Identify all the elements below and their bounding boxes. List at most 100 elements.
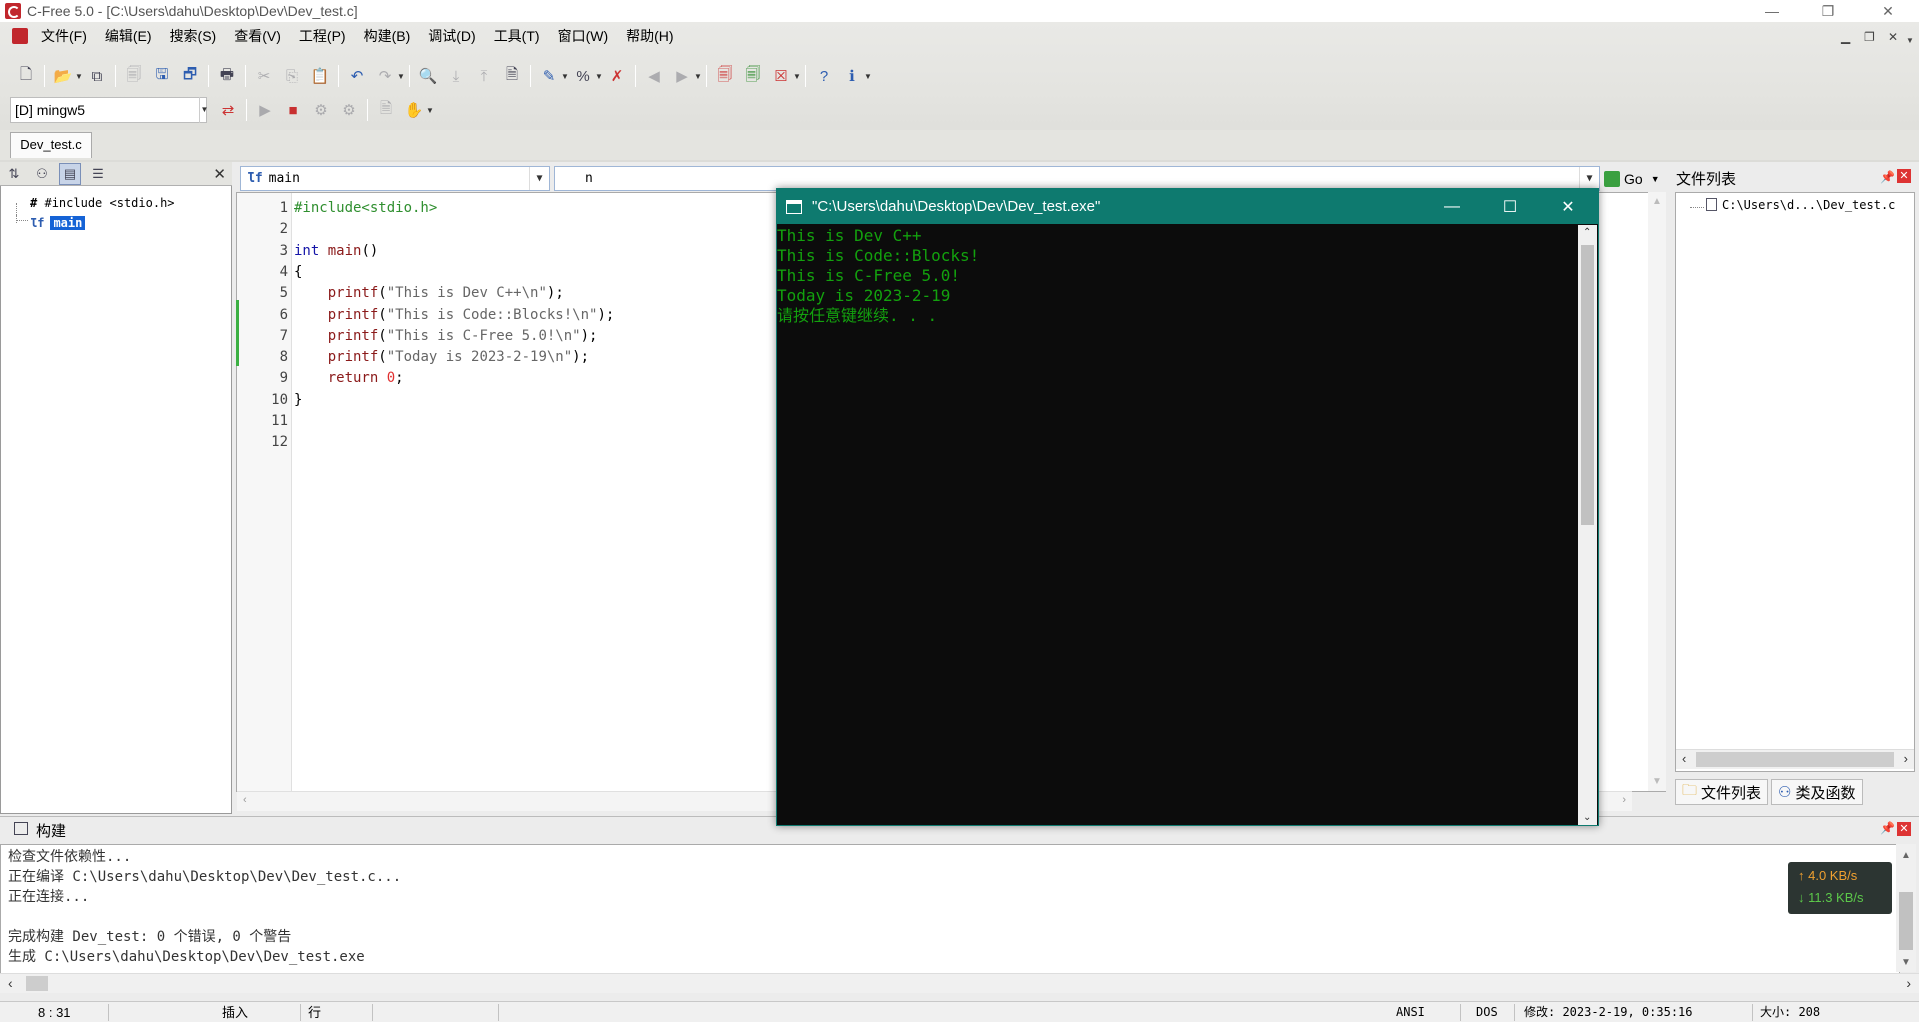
sort-icon[interactable]: ⇅: [3, 163, 25, 185]
scroll-thumb[interactable]: [1696, 752, 1894, 767]
back-icon[interactable]: ◀: [643, 65, 665, 87]
find-in-files-icon[interactable]: 🗎: [501, 65, 523, 87]
file-list-hscrollbar[interactable]: ‹ ›: [1676, 749, 1914, 769]
menu-view[interactable]: 查看(V): [225, 25, 290, 47]
panel-close-icon[interactable]: ✕: [1897, 169, 1911, 183]
console-scroll-thumb[interactable]: [1581, 245, 1594, 525]
class-view-icon[interactable]: ⚇: [31, 163, 53, 185]
mdi-doc-icon[interactable]: [12, 28, 28, 44]
editor-vscrollbar[interactable]: ▲ ▼: [1648, 192, 1666, 791]
menu-search[interactable]: 搜索(S): [161, 25, 226, 47]
menu-help[interactable]: 帮助(H): [617, 25, 682, 47]
console-close-button[interactable]: ✕: [1539, 189, 1597, 224]
scroll-right-icon[interactable]: ›: [1622, 794, 1626, 806]
project-dropdown-icon[interactable]: ▼: [793, 72, 801, 81]
tab-file-list[interactable]: 🗀 文件列表: [1675, 779, 1769, 805]
build-icon[interactable]: ⚙: [338, 99, 360, 121]
replace-icon[interactable]: %: [572, 65, 594, 87]
redo-dropdown-icon[interactable]: ▼: [397, 72, 405, 81]
menu-window[interactable]: 窗口(W): [549, 25, 618, 47]
forward-icon[interactable]: ▶: [671, 65, 693, 87]
mdi-close-icon[interactable]: ✕: [1888, 30, 1898, 44]
replace-dropdown-icon[interactable]: ▼: [595, 72, 603, 81]
file-list-item[interactable]: C:\Users\d...\Dev_test.c: [1706, 198, 1895, 212]
bookmark-icon[interactable]: ✎: [538, 65, 560, 87]
menu-project[interactable]: 工程(P): [290, 25, 355, 47]
print-icon[interactable]: 🖶: [216, 65, 238, 87]
file-view-icon[interactable]: ▤: [59, 162, 81, 185]
save-icon[interactable]: 🖫: [151, 65, 173, 87]
chevron-down-icon[interactable]: ▼: [1651, 174, 1660, 184]
scroll-left-icon[interactable]: ‹: [1682, 751, 1686, 766]
scroll-down-icon[interactable]: ⌄: [1583, 812, 1591, 823]
menu-debug[interactable]: 调试(D): [419, 25, 484, 47]
debug-hand-icon[interactable]: ✋: [403, 99, 425, 121]
scope-combo[interactable]: Ɩf main ▼: [240, 166, 550, 191]
compiler-select[interactable]: [D] mingw5: [10, 97, 207, 123]
pin-icon[interactable]: 📌: [1880, 170, 1895, 184]
menu-build[interactable]: 构建(B): [355, 25, 420, 47]
add-to-project-icon[interactable]: 🗐: [714, 65, 736, 87]
undo-icon[interactable]: ↶: [346, 65, 368, 87]
outline-icon[interactable]: ☰: [87, 163, 109, 185]
help-dropdown-icon[interactable]: ▼: [864, 72, 872, 81]
panel-close-icon[interactable]: ✕: [213, 165, 226, 183]
mdi-minimize-icon[interactable]: ▁: [1841, 30, 1850, 44]
menu-edit[interactable]: 编辑(E): [96, 25, 161, 47]
close-file-icon[interactable]: 🗐: [123, 65, 145, 87]
mdi-menu-caret-icon[interactable]: ▼: [1906, 36, 1914, 45]
scroll-thumb[interactable]: [1899, 892, 1913, 950]
open-dropdown-icon[interactable]: ▼: [75, 72, 83, 81]
open-folder-icon[interactable]: 📂: [52, 65, 74, 87]
help-icon[interactable]: ?: [813, 65, 835, 87]
cut-icon[interactable]: ✂: [253, 65, 275, 87]
console-minimize-button[interactable]: —: [1423, 189, 1481, 224]
chevron-down-icon[interactable]: ▼: [529, 167, 549, 190]
redo-icon[interactable]: ↷: [374, 65, 396, 87]
scroll-right-icon[interactable]: ›: [1906, 975, 1911, 991]
find-prev-icon[interactable]: ⤒: [473, 65, 495, 87]
tab-classes-functions[interactable]: ⚇ 类及函数: [1771, 779, 1863, 805]
find-next-icon[interactable]: ⤓: [445, 65, 467, 87]
chevron-down-icon[interactable]: ▼: [1579, 167, 1599, 190]
project-settings-icon[interactable]: 🗐: [742, 65, 764, 87]
menu-file[interactable]: 文件(F): [32, 25, 96, 47]
go-button[interactable]: Go ▼: [1604, 166, 1666, 191]
scroll-down-icon[interactable]: ▼: [1652, 776, 1662, 787]
scroll-right-icon[interactable]: ›: [1904, 751, 1908, 766]
compiler-switch-icon[interactable]: ⇄: [217, 99, 239, 121]
scroll-thumb[interactable]: [26, 976, 48, 991]
restore-button[interactable]: ❐: [1806, 0, 1850, 22]
open-project-icon[interactable]: ⧉: [86, 65, 108, 87]
paste-icon[interactable]: 📋: [309, 65, 331, 87]
tree-include[interactable]: # #include <stdio.h>: [30, 196, 175, 210]
compile-icon[interactable]: ⚙: [310, 99, 332, 121]
scroll-up-icon[interactable]: ⌃: [1583, 227, 1591, 238]
panel-close-icon[interactable]: ✕: [1897, 822, 1911, 836]
rebuild-icon[interactable]: 🗎: [375, 99, 397, 121]
minimize-button[interactable]: —: [1750, 0, 1794, 22]
debug-dropdown-icon[interactable]: ▼: [426, 106, 434, 115]
about-icon[interactable]: ℹ: [841, 65, 863, 87]
menu-tools[interactable]: 工具(T): [485, 25, 549, 47]
remove-file-icon[interactable]: ☒: [770, 65, 792, 87]
new-file-icon[interactable]: 🗋: [15, 65, 37, 87]
scroll-left-icon[interactable]: ‹: [243, 794, 247, 806]
console-maximize-button[interactable]: ☐: [1481, 189, 1539, 224]
stop-icon[interactable]: ■: [282, 99, 304, 121]
scroll-up-icon[interactable]: ▲: [1652, 196, 1662, 207]
scroll-down-icon[interactable]: ▼: [1901, 957, 1911, 968]
find-icon[interactable]: 🔍: [417, 65, 439, 87]
nav-dropdown-icon[interactable]: ▼: [694, 72, 702, 81]
close-button[interactable]: ✕: [1866, 0, 1910, 22]
build-vscrollbar[interactable]: ▲ ▼: [1896, 844, 1916, 972]
bookmark-dropdown-icon[interactable]: ▼: [561, 72, 569, 81]
save-all-icon[interactable]: 🗗: [179, 65, 201, 87]
copy-icon[interactable]: ⎘: [281, 65, 303, 87]
scroll-up-icon[interactable]: ▲: [1901, 850, 1911, 861]
pin-icon[interactable]: 📌: [1880, 821, 1895, 835]
run-icon[interactable]: ▶: [254, 99, 276, 121]
build-hscrollbar[interactable]: ‹ ›: [0, 973, 1919, 993]
compiler-dropdown-icon[interactable]: ▼: [199, 97, 209, 123]
clear-bookmarks-icon[interactable]: ✗: [606, 65, 628, 87]
